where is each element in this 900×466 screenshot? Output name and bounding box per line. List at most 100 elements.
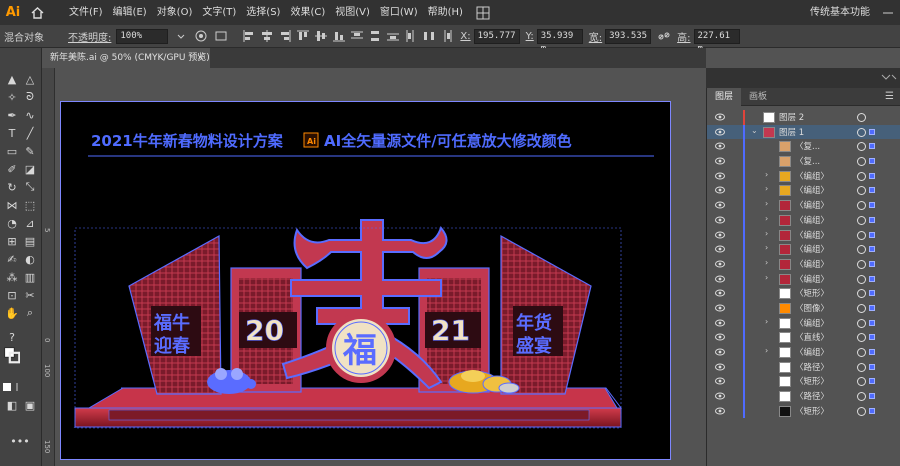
selection-indicator[interactable] bbox=[869, 304, 875, 311]
layer-name[interactable]: 〈编组〉 bbox=[795, 273, 829, 285]
target-circle-icon[interactable] bbox=[857, 392, 866, 402]
target-circle-icon[interactable] bbox=[857, 113, 866, 122]
visibility-eye-icon[interactable] bbox=[715, 333, 725, 341]
layer-row[interactable]: › 〈编组〉 bbox=[707, 345, 900, 360]
selection-indicator[interactable] bbox=[869, 187, 875, 194]
menu-item[interactable]: 文件(F) bbox=[64, 0, 108, 25]
artboard[interactable]: 2021牛年新春物料设计方案 Ai AI全矢量源文件/可任意放大修改颜色 福牛 … bbox=[60, 101, 671, 460]
selection-indicator[interactable] bbox=[869, 407, 875, 414]
target-circle-icon[interactable] bbox=[857, 303, 866, 313]
layer-row[interactable]: › 〈编组〉 bbox=[707, 271, 900, 287]
layer-name[interactable]: 〈编组〉 bbox=[795, 317, 829, 329]
align-right-icon[interactable] bbox=[278, 29, 292, 43]
layer-row[interactable]: 〈矩形〉 bbox=[707, 374, 900, 390]
target-circle-icon[interactable] bbox=[857, 215, 866, 225]
distribute-top-icon[interactable] bbox=[350, 29, 364, 43]
layer-name[interactable]: 〈矩形〉 bbox=[795, 405, 829, 417]
layer-name[interactable]: 〈编组〉 bbox=[795, 170, 829, 182]
distribute-left-icon[interactable] bbox=[404, 29, 418, 43]
arrange-documents-icon[interactable] bbox=[476, 6, 490, 20]
fill-stroke-swatch-icon[interactable] bbox=[4, 347, 20, 364]
color-mode-icon[interactable] bbox=[2, 380, 18, 394]
distribute-vcenter-icon[interactable] bbox=[368, 29, 382, 43]
align-to-icon[interactable] bbox=[214, 29, 228, 43]
layer-name[interactable]: 〈编组〉 bbox=[795, 214, 829, 226]
expand-arrow-icon[interactable]: › bbox=[765, 184, 768, 193]
y-field[interactable]: 35.939 m bbox=[536, 28, 583, 54]
layer-name[interactable]: 图层 2 bbox=[779, 111, 804, 123]
layer-row[interactable]: 〈复... bbox=[707, 154, 900, 169]
eyedropper-icon[interactable]: ✍ bbox=[4, 252, 20, 266]
line-tool-icon[interactable]: ╱ bbox=[22, 126, 38, 140]
layer-row[interactable]: › 〈编组〉 bbox=[707, 168, 900, 184]
help-icon[interactable]: ? bbox=[4, 330, 20, 344]
visibility-eye-icon[interactable] bbox=[715, 319, 725, 327]
target-circle-icon[interactable] bbox=[857, 362, 866, 372]
selection-indicator[interactable] bbox=[869, 158, 875, 165]
document-tab[interactable]: 新年美陈.ai @ 50% (CMYK/GPU 预览) × bbox=[42, 48, 210, 68]
visibility-eye-icon[interactable] bbox=[715, 231, 725, 239]
selection-indicator[interactable] bbox=[869, 393, 875, 400]
expand-arrow-icon[interactable]: › bbox=[765, 243, 768, 252]
selection-indicator[interactable] bbox=[869, 202, 875, 209]
selection-indicator[interactable] bbox=[869, 260, 875, 267]
align-bottom-icon[interactable] bbox=[332, 29, 346, 43]
expand-arrow-icon[interactable]: › bbox=[765, 199, 768, 208]
selection-indicator[interactable] bbox=[869, 275, 875, 282]
visibility-eye-icon[interactable] bbox=[715, 348, 725, 356]
opacity-field[interactable]: 100% bbox=[116, 28, 169, 44]
drawing-mode-icon[interactable]: ◧ bbox=[4, 398, 20, 412]
visibility-eye-icon[interactable] bbox=[715, 407, 725, 415]
align-left-icon[interactable] bbox=[242, 29, 256, 43]
magic-wand-icon[interactable]: ✧ bbox=[4, 90, 20, 104]
height-field[interactable]: 227.61 m bbox=[693, 28, 740, 54]
layer-row[interactable]: › 〈编组〉 bbox=[707, 315, 900, 331]
target-circle-icon[interactable] bbox=[857, 348, 866, 357]
recolor-icon[interactable] bbox=[194, 29, 208, 43]
layer-row[interactable]: › 〈编组〉 bbox=[707, 256, 900, 272]
selection-indicator[interactable] bbox=[869, 246, 875, 253]
align-vcenter-icon[interactable] bbox=[314, 29, 328, 43]
opacity-dropdown-icon[interactable] bbox=[174, 29, 188, 43]
layer-name[interactable]: 〈复... bbox=[795, 155, 820, 167]
menu-item[interactable]: 视图(V) bbox=[330, 0, 375, 25]
layer-row[interactable]: 〈图像〉 bbox=[707, 300, 900, 316]
home-icon[interactable] bbox=[26, 0, 48, 25]
layer-name[interactable]: 〈图像〉 bbox=[795, 302, 829, 314]
layer-row[interactable]: › 〈编组〉 bbox=[707, 227, 900, 243]
curvature-tool-icon[interactable]: ∿ bbox=[22, 108, 38, 122]
layer-row[interactable]: 〈路径〉 bbox=[707, 389, 900, 404]
menu-item[interactable]: 文字(T) bbox=[197, 0, 241, 25]
visibility-eye-icon[interactable] bbox=[715, 377, 725, 385]
target-circle-icon[interactable] bbox=[857, 127, 866, 137]
workspace-switcher[interactable]: 传统基本功能 bbox=[810, 0, 870, 25]
layer-row[interactable]: › 〈编组〉 bbox=[707, 242, 900, 257]
selection-indicator[interactable] bbox=[869, 378, 875, 385]
collapse-arrow-icon[interactable]: ⌄ bbox=[751, 126, 758, 135]
zoom-tool-icon[interactable]: ⌕ bbox=[22, 306, 38, 320]
layer-row[interactable]: 〈直线〉 bbox=[707, 330, 900, 345]
layer-name[interactable]: 〈矩形〉 bbox=[795, 375, 829, 387]
target-circle-icon[interactable] bbox=[857, 142, 866, 152]
menu-item[interactable]: 选择(S) bbox=[241, 0, 285, 25]
eraser-tool-icon[interactable]: ◪ bbox=[22, 162, 38, 176]
target-circle-icon[interactable] bbox=[857, 259, 866, 269]
more-tools-icon[interactable]: ••• bbox=[10, 434, 29, 448]
layer-row[interactable]: 〈矩形〉 bbox=[707, 403, 900, 419]
layer-name[interactable]: 图层 1 bbox=[779, 126, 804, 138]
layer-row[interactable]: 〈路径〉 bbox=[707, 359, 900, 375]
visibility-eye-icon[interactable] bbox=[715, 142, 725, 150]
lasso-tool-icon[interactable]: ᘐ bbox=[22, 90, 38, 104]
selection-tool-icon[interactable]: ▲ bbox=[4, 72, 20, 86]
selection-indicator[interactable] bbox=[869, 216, 875, 223]
x-field[interactable]: 195.777 bbox=[473, 28, 520, 44]
screen-mode-icon[interactable]: ▣ bbox=[22, 398, 38, 412]
visibility-eye-icon[interactable] bbox=[715, 275, 725, 283]
layer-name[interactable]: 〈路径〉 bbox=[795, 361, 829, 373]
align-hcenter-icon[interactable] bbox=[260, 29, 274, 43]
layer-name[interactable]: 〈编组〉 bbox=[795, 229, 829, 241]
canvas-area[interactable]: 2021牛年新春物料设计方案 Ai AI全矢量源文件/可任意放大修改颜色 福牛 … bbox=[55, 68, 706, 466]
free-transform-icon[interactable]: ⬚ bbox=[22, 198, 38, 212]
hand-tool-icon[interactable]: ✋ bbox=[4, 306, 20, 320]
close-tab-icon[interactable]: × bbox=[196, 48, 204, 68]
